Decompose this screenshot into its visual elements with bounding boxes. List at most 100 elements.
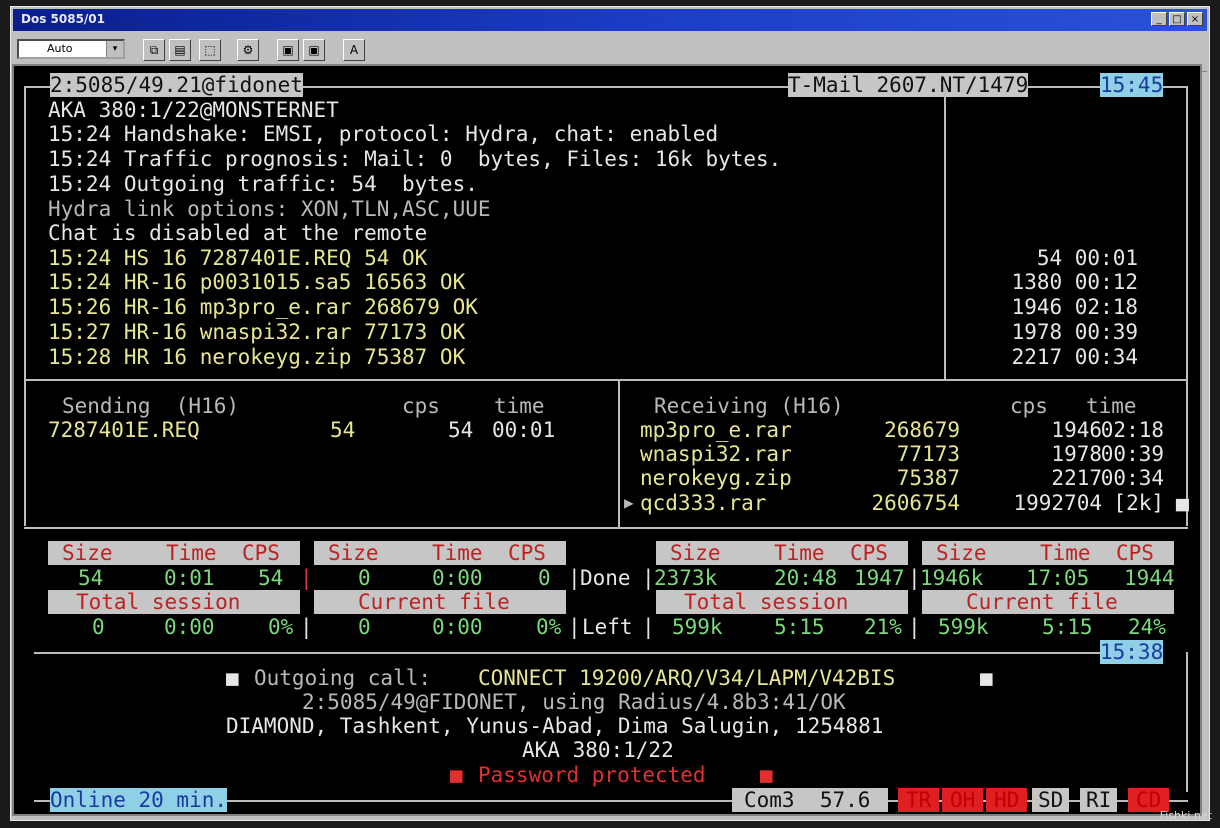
- log-line: Hydra link options: XON,TLN,ASC,UUE: [48, 197, 491, 221]
- receiving-time-label: time: [1086, 394, 1137, 418]
- indicator-hd: HD: [986, 788, 1028, 812]
- fullscreen-icon[interactable]: ⬚: [199, 39, 221, 61]
- current-file-cursor: ▶: [624, 493, 634, 512]
- send-current-header: Size Time CPS: [314, 541, 566, 565]
- receiving-cps-label: cps: [1010, 394, 1048, 418]
- done-label: Done: [580, 566, 631, 590]
- send-current-left-pct: 0%: [536, 615, 562, 639]
- recv-current-left-time: 5:15: [1042, 615, 1093, 639]
- sending-time-label: time: [494, 394, 545, 418]
- window-title: Dos 5085/01: [21, 12, 106, 26]
- paste-icon[interactable]: ▤: [169, 39, 191, 61]
- remote-aka: AKA 380:1/22: [522, 738, 674, 762]
- chevron-down-icon[interactable]: ▾: [106, 41, 123, 57]
- recv-total-header: Size Time CPS: [656, 541, 908, 565]
- stat-line: 2217 00:34: [1011, 345, 1138, 369]
- left-label: Left: [582, 615, 633, 639]
- remote-sysop: DIAMOND, Tashkent, Yunus-Abad, Dima Salu…: [226, 714, 884, 738]
- receiving-header: Receiving (H16): [654, 394, 844, 418]
- send-total-done-time: 0:01: [164, 566, 215, 590]
- stat-line: 1978 00:39: [1011, 320, 1138, 344]
- bullet-icon: ■: [760, 763, 773, 787]
- font-icon[interactable]: A: [343, 39, 365, 61]
- terminal-screen: 2:5085/49.21@fidonet T-Mail 2607.NT/1479…: [12, 64, 1202, 816]
- send-total-left-time: 0:00: [164, 615, 215, 639]
- log-line: 15:27 HR-16 wnaspi32.rar 77173 OK: [48, 320, 466, 344]
- recv-current-file-label: Current file: [922, 590, 1174, 614]
- online-time: Online 20 min.: [50, 788, 228, 812]
- receiving-file-name: nerokeyg.zip: [640, 466, 792, 490]
- recv-total-left-size: 599k: [672, 615, 723, 639]
- recv-current-header: Size Time CPS: [922, 541, 1174, 565]
- text-cursor: ▄: [1176, 487, 1189, 511]
- receiving-file-time: 02:18: [1100, 418, 1164, 442]
- stat-line: 1946 02:18: [1011, 295, 1138, 319]
- font-size-value: Auto: [47, 42, 73, 55]
- bullet-icon: ■: [980, 666, 993, 690]
- sending-file-size: 54: [330, 418, 356, 442]
- connect-string: CONNECT 19200/ARQ/V34/LAPM/V42BIS: [478, 666, 896, 690]
- indicator-tr: TR: [898, 788, 940, 812]
- header-clock: 15:45: [1100, 73, 1164, 97]
- background-icon[interactable]: ▣: [277, 39, 299, 61]
- close-button[interactable]: ×: [1187, 12, 1203, 26]
- receiving-file-cps: 1978: [1051, 442, 1102, 466]
- send-total-header: Size Time CPS: [48, 541, 300, 565]
- sending-cps-label: cps: [402, 394, 440, 418]
- log-line: 15:24 HR-16 p0031015.sa5 16563 OK: [48, 270, 466, 294]
- com-port: Com3 57.6: [732, 788, 889, 812]
- bullet-icon: ■: [450, 763, 463, 787]
- modem-indicators: TR OH HD SD RI CD: [898, 788, 1178, 812]
- log-line: 15:26 HR-16 mp3pro_e.rar 268679 OK: [48, 295, 478, 319]
- remote-address: 2:5085/49@FIDONET, using Radius/4.8b3:41…: [302, 690, 846, 714]
- indicator-oh: OH: [942, 788, 984, 812]
- title-bar[interactable]: Dos 5085/01 _ □ ×: [13, 9, 1207, 31]
- send-current-done-size: 0: [358, 566, 371, 590]
- receiving-file-cps: 1946: [1051, 418, 1102, 442]
- sending-header: Sending (H16): [62, 394, 240, 418]
- send-current-left-size: 0: [358, 615, 371, 639]
- properties-icon[interactable]: ⚙: [237, 39, 259, 61]
- receiving-file-cps: 2217: [1051, 466, 1102, 490]
- receiving-file-time: 00:34: [1100, 466, 1164, 490]
- stat-line: 54 00:01: [1036, 246, 1138, 270]
- recv-total-done-time: 20:48: [774, 566, 838, 590]
- log-line: 15:28 HR 16 nerokeyg.zip 75387 OK: [48, 345, 466, 369]
- screen-icon[interactable]: ▣: [303, 39, 325, 61]
- bullet-icon: ■: [226, 666, 239, 690]
- send-current-done-cps: 0: [538, 566, 551, 590]
- log-line: Chat is disabled at the remote: [48, 221, 428, 245]
- recv-total-left-time: 5:15: [774, 615, 825, 639]
- call-clock: 15:38: [1100, 640, 1164, 664]
- log-line: 15:24 Traffic prognosis: Mail: 0 bytes, …: [48, 147, 782, 171]
- indicator-sd: SD: [1032, 788, 1070, 812]
- font-size-select[interactable]: Auto ▾: [17, 39, 125, 59]
- send-total-session-label: Total session: [48, 590, 300, 614]
- node-address: 2:5085/49.21@fidonet: [50, 73, 303, 97]
- recv-total-done-cps: 1947: [854, 566, 905, 590]
- receiving-file-name: mp3pro_e.rar: [640, 418, 792, 442]
- maximize-button[interactable]: □: [1169, 12, 1185, 26]
- send-current-file-label: Current file: [314, 590, 566, 614]
- recv-current-left-size: 599k: [938, 615, 989, 639]
- indicator-ri: RI: [1080, 788, 1118, 812]
- receiving-file-name: qcd333.rar: [640, 491, 767, 515]
- receiving-file-cps: 1992704: [1013, 491, 1102, 515]
- log-line: 15:24 Outgoing traffic: 54 bytes.: [48, 172, 478, 196]
- recv-current-done-cps: 1944: [1124, 566, 1175, 590]
- call-label: Outgoing call:: [254, 666, 432, 690]
- mailer-version: T-Mail 2607.NT/1479: [788, 73, 1029, 97]
- minimize-button[interactable]: _: [1151, 12, 1167, 26]
- send-total-left-pct: 0%: [268, 615, 294, 639]
- log-line: AKA 380:1/22@MONSTERNET: [48, 98, 339, 122]
- copy-icon[interactable]: ⧉: [143, 39, 165, 61]
- recv-current-left-pct: 24%: [1128, 615, 1166, 639]
- receiving-file-size: 77173: [896, 442, 960, 466]
- recv-total-left-pct: 21%: [864, 615, 902, 639]
- send-total-left-size: 0: [92, 615, 105, 639]
- log-line: 15:24 Handshake: EMSI, protocol: Hydra, …: [48, 122, 719, 146]
- receiving-file-time: 00:39: [1100, 442, 1164, 466]
- send-total-done-cps: 54: [258, 566, 284, 590]
- log-line: 15:24 HS 16 7287401E.REQ 54 OK: [48, 246, 428, 270]
- recv-total-session-label: Total session: [656, 590, 908, 614]
